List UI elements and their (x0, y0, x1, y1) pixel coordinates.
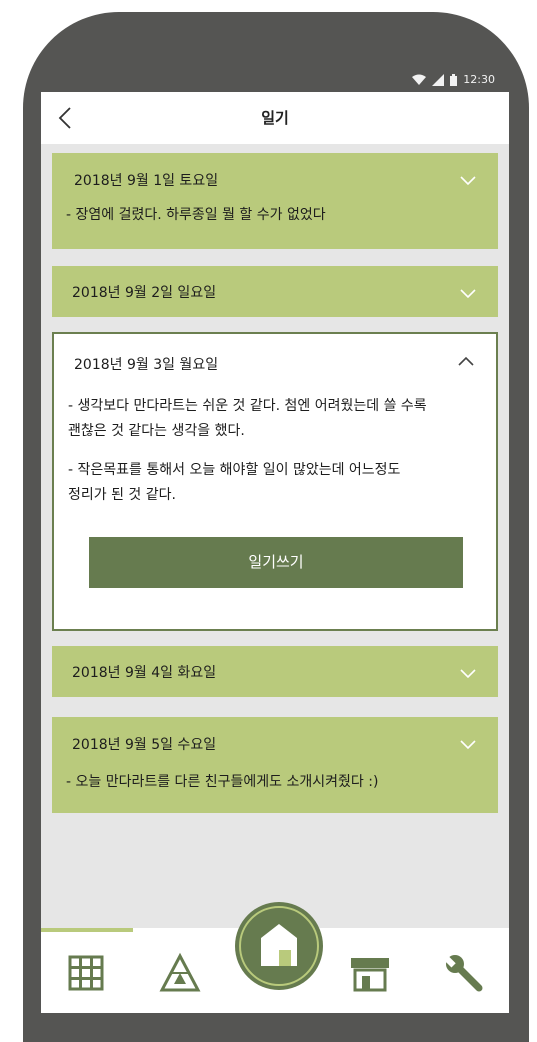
chevron-down-icon[interactable] (458, 283, 478, 303)
diary-entry-expanded[interactable]: 2018년 9월 3일 월요일 - 생각보다 만다라트는 쉬운 것 같다. 첨엔… (52, 332, 498, 631)
home-icon (261, 924, 297, 966)
active-tab-indicator (41, 928, 133, 932)
entry-date: 2018년 9월 2일 일요일 (72, 285, 217, 301)
bottom-navigation (41, 902, 509, 1013)
nav-triangle-button[interactable] (157, 950, 203, 996)
diary-entry[interactable]: 2018년 9월 1일 토요일 - 장염에 걸렸다. 하루종일 뭘 할 수가 없… (52, 153, 498, 249)
entry-text: - 장염에 걸렸다. 하루종일 뭘 할 수가 없었다 (66, 207, 326, 223)
chevron-down-icon[interactable] (458, 170, 478, 190)
entry-line: 정리가 된 것 같다. (68, 487, 176, 503)
store-icon (351, 958, 389, 992)
chevron-down-icon[interactable] (458, 663, 478, 683)
status-time: 12:30 (463, 73, 495, 86)
triangle-icon (159, 952, 201, 992)
status-bar: 12:30 (41, 70, 509, 92)
chevron-up-icon[interactable] (456, 352, 476, 372)
entry-date: 2018년 9월 3일 월요일 (74, 357, 219, 373)
entry-line: 괜찮은 것 같다는 생각을 했다. (68, 423, 245, 439)
entry-date: 2018년 9월 5일 수요일 (72, 737, 217, 753)
nav-store-button[interactable] (347, 950, 393, 996)
nav-grid-button[interactable] (63, 950, 109, 996)
battery-icon (450, 73, 458, 86)
wifi-icon (412, 74, 427, 85)
diary-list: 2018년 9월 1일 토요일 - 장염에 걸렸다. 하루종일 뭘 할 수가 없… (41, 144, 509, 928)
write-diary-button[interactable]: 일기쓰기 (89, 537, 463, 588)
signal-icon (432, 73, 445, 86)
wrench-icon (444, 955, 483, 992)
diary-entry[interactable]: 2018년 9월 5일 수요일 - 오늘 만다라트를 다른 친구들에게도 소개시… (52, 717, 498, 813)
home-button[interactable] (235, 902, 323, 990)
entry-date: 2018년 9월 1일 토요일 (74, 173, 219, 189)
entry-date: 2018년 9월 4일 화요일 (72, 665, 217, 681)
page-title: 일기 (261, 109, 289, 127)
nav-settings-button[interactable] (441, 950, 487, 996)
entry-line: - 작은목표를 통해서 오늘 해야할 일이 많았는데 어느정도 (68, 462, 401, 478)
grid-icon (68, 955, 104, 991)
entry-line: - 생각보다 만다라트는 쉬운 것 같다. 첨엔 어려웠는데 쓸 수록 (68, 398, 427, 414)
diary-entry[interactable]: 2018년 9월 4일 화요일 (52, 646, 498, 697)
entry-text: - 생각보다 만다라트는 쉬운 것 같다. 첨엔 어려웠는데 쓸 수록 괜찮은 … (68, 394, 476, 508)
diary-entry[interactable]: 2018년 9월 2일 일요일 (52, 266, 498, 317)
app-screen: 12:30 일기 2018년 9월 1일 토요일 - 장염에 걸렸다. 하루종일… (41, 70, 509, 1013)
entry-text: - 오늘 만다라트를 다른 친구들에게도 소개시켜줬다 :) (66, 774, 379, 790)
chevron-down-icon[interactable] (458, 734, 478, 754)
app-header: 일기 (41, 92, 509, 144)
